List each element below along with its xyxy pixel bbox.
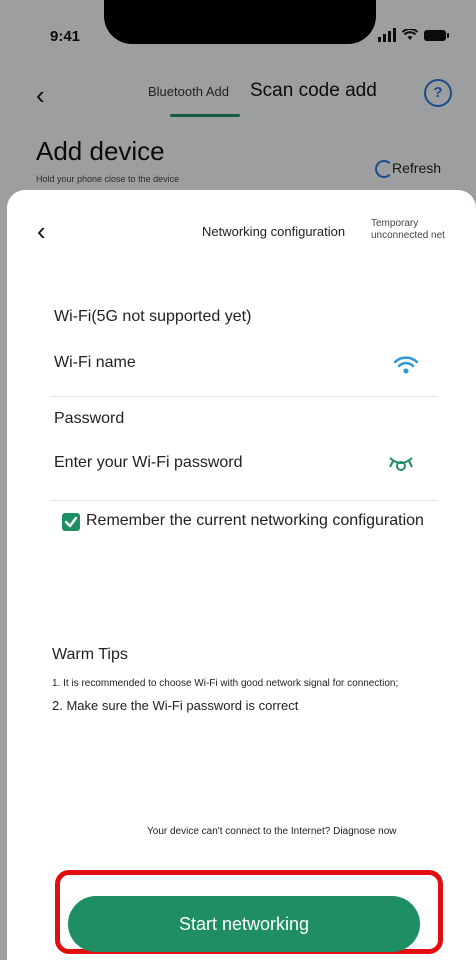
sheet-title: Networking configuration bbox=[202, 224, 346, 239]
wifi-header: Wi-Fi(5G not supported yet) bbox=[54, 308, 252, 325]
tip-item: 2. Make sure the Wi-Fi password is corre… bbox=[52, 698, 299, 713]
diagnose-link[interactable]: Your device can't connect to the Interne… bbox=[147, 826, 396, 837]
tip-item: 1. It is recommended to choose Wi-Fi wit… bbox=[52, 678, 399, 689]
sheet-back-chevron-icon[interactable]: ‹ bbox=[37, 216, 46, 247]
tips-title: Warm Tips bbox=[52, 646, 128, 663]
password-input[interactable]: Enter your Wi-Fi password bbox=[54, 454, 243, 472]
remember-label[interactable]: Remember the current networking configur… bbox=[86, 512, 424, 530]
password-divider bbox=[50, 500, 438, 501]
check-icon bbox=[64, 516, 78, 528]
wifi-divider bbox=[50, 396, 438, 397]
hidden-eye-icon[interactable] bbox=[387, 452, 415, 474]
wifi-icon[interactable] bbox=[393, 355, 419, 375]
networking-sheet: ‹ Networking configuration Temporary unc… bbox=[7, 190, 476, 960]
temporary-unconnected-link[interactable]: Temporary unconnected net bbox=[371, 218, 461, 242]
wifi-name-field[interactable]: Wi-Fi name bbox=[54, 354, 136, 372]
password-label: Password bbox=[54, 410, 125, 427]
remember-checkbox[interactable] bbox=[62, 513, 80, 531]
start-networking-button[interactable]: Start networking bbox=[68, 896, 420, 952]
